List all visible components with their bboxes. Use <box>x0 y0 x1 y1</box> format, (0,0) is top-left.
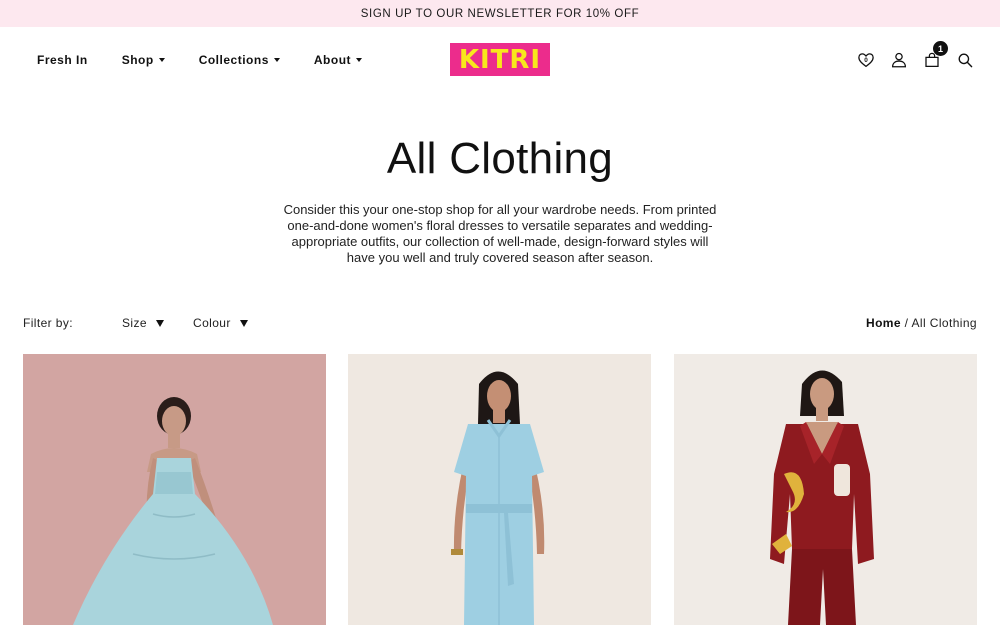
heart-icon: 0 <box>858 53 874 68</box>
breadcrumb-current: All Clothing <box>911 316 977 330</box>
nav-item-label: Fresh In <box>37 53 88 67</box>
kitri-logo[interactable]: KITRI <box>450 43 550 76</box>
logo-text: KITRI <box>458 44 542 75</box>
product-image[interactable] <box>674 354 977 625</box>
product-image[interactable] <box>23 354 326 625</box>
colour-filter-dropdown[interactable]: Colour <box>193 316 248 330</box>
header-icons: 0 1 <box>844 41 976 71</box>
colour-filter-label: Colour <box>193 316 231 330</box>
caret-down-icon <box>273 58 280 62</box>
nav-item-label: Shop <box>121 53 154 67</box>
newsletter-banner[interactable]: SIGN UP TO OUR NEWSLETTER FOR 10% OFF <box>0 0 1000 27</box>
search-icon <box>958 53 973 68</box>
description-line: appropriate outfits, our collection of w… <box>291 234 709 249</box>
description-line: have you well and truly covered season a… <box>346 250 654 265</box>
product-card-2[interactable] <box>348 354 651 625</box>
caret-down-icon <box>356 58 363 62</box>
filter-label: Filter by: <box>23 316 74 330</box>
product-image[interactable] <box>348 354 651 625</box>
caret-down-icon <box>158 58 165 62</box>
search-button[interactable] <box>954 49 976 71</box>
user-icon <box>891 52 907 68</box>
filter-bar: Filter by: Size Colour Home / All Clothi… <box>23 314 977 332</box>
cart-count-badge: 1 <box>933 41 948 56</box>
breadcrumb-separator: / <box>900 316 912 330</box>
nav-item-label: Collections <box>198 53 269 67</box>
nav-item-collections[interactable]: Collections <box>199 53 280 67</box>
page-title: All Clothing <box>386 134 614 183</box>
description-line: one-and-done women's floral dresses to v… <box>287 218 713 233</box>
breadcrumb: Home / All Clothing <box>866 316 977 330</box>
breadcrumb-home-link[interactable]: Home <box>866 316 901 330</box>
wishlist-count: 0 <box>864 57 868 64</box>
cart-button[interactable]: 1 <box>921 41 948 71</box>
size-filter-dropdown[interactable]: Size <box>122 316 164 330</box>
product-card-3[interactable] <box>674 354 977 625</box>
site-header: Fresh In Shop Collections About KITRI 0 <box>0 27 1000 93</box>
newsletter-banner-text[interactable]: SIGN UP TO OUR NEWSLETTER FOR 10% OFF <box>361 8 639 20</box>
nav-item-shop[interactable]: Shop <box>122 53 165 67</box>
triangle-down-icon <box>155 319 164 327</box>
wishlist-button[interactable]: 0 <box>855 49 877 71</box>
product-card-1[interactable] <box>23 354 326 625</box>
nav-item-fresh-in[interactable]: Fresh In <box>37 53 88 67</box>
nav-item-about[interactable]: About <box>313 53 363 67</box>
size-filter-label: Size <box>122 316 147 330</box>
account-button[interactable] <box>888 49 910 71</box>
main-nav: Fresh In Shop Collections About <box>37 53 396 67</box>
triangle-down-icon <box>239 319 248 327</box>
description-line: Consider this your one-stop shop for all… <box>283 202 717 217</box>
category-description: Consider this your one-stop shop for all… <box>266 202 734 266</box>
nav-item-label: About <box>313 53 352 67</box>
product-grid <box>23 354 977 625</box>
